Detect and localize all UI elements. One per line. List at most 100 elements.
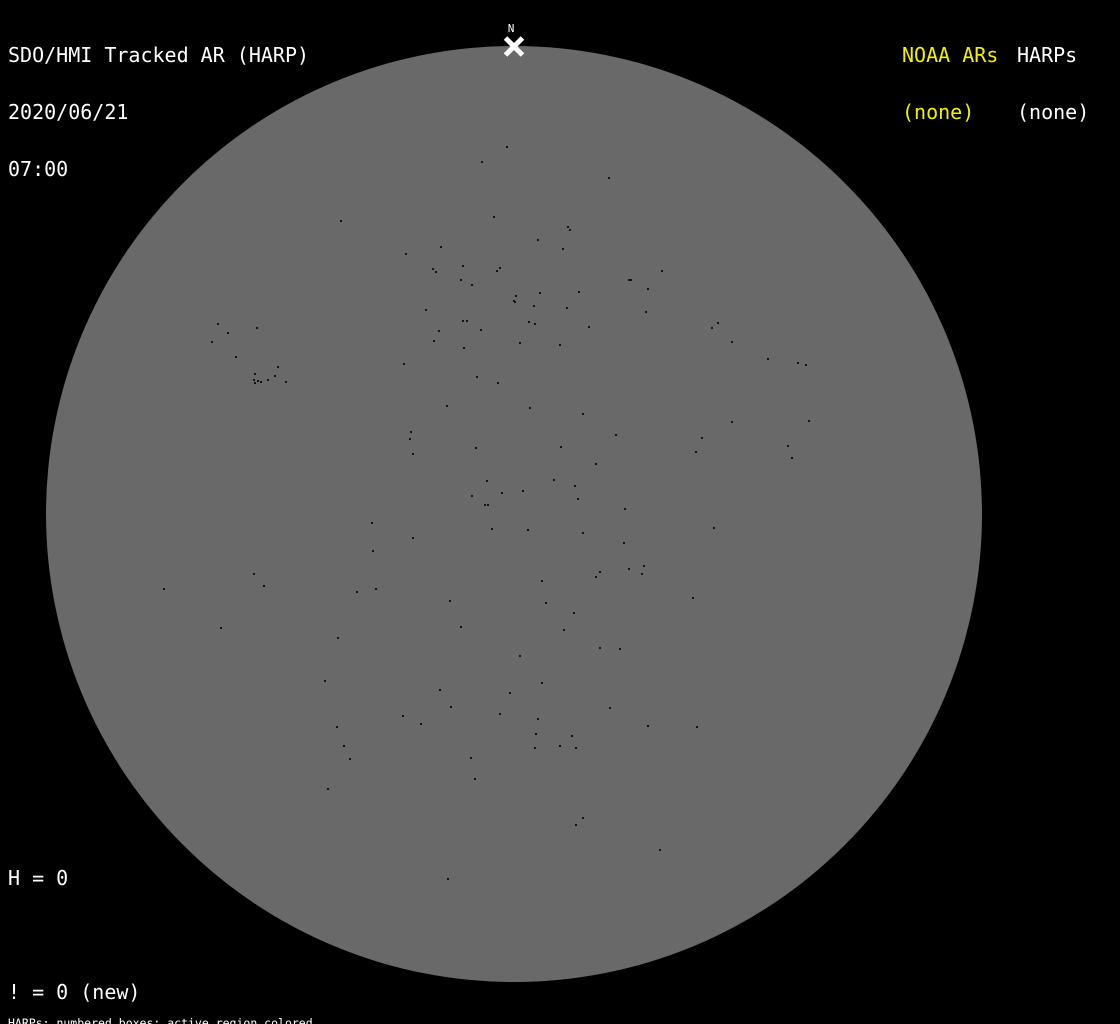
magnetogram-speckle — [534, 747, 536, 749]
magnetogram-speckle — [529, 407, 531, 409]
magnetogram-speckle — [787, 445, 789, 447]
magnetogram-speckle — [463, 347, 465, 349]
legend-spacer — [8, 926, 237, 945]
magnetogram-speckle — [471, 284, 473, 286]
magnetogram-speckle — [493, 216, 495, 218]
north-pole-cross-icon — [502, 34, 526, 58]
magnetogram-speckle — [575, 747, 577, 749]
magnetogram-speckle — [499, 267, 501, 269]
magnetogram-speckle — [356, 591, 358, 593]
noaa-ars-value: (none) — [902, 100, 975, 124]
magnetogram-speckle — [571, 735, 573, 737]
magnetogram-speckle — [541, 682, 543, 684]
header: SDO/HMI Tracked AR (HARP) 2020/06/21 07:… — [8, 8, 309, 217]
magnetogram-speckle — [609, 707, 611, 709]
magnetogram-speckle — [713, 527, 715, 529]
magnetogram-speckle — [534, 323, 536, 325]
magnetogram-speckle — [506, 146, 508, 148]
noaa-ars-status: NOAA ARs (none) — [902, 8, 998, 160]
magnetogram-speckle — [731, 341, 733, 343]
magnetogram-speckle — [435, 271, 437, 273]
magnetogram-speckle — [337, 637, 339, 639]
magnetogram-speckle — [343, 745, 345, 747]
magnetogram-speckle — [559, 344, 561, 346]
magnetogram-speckle — [608, 177, 610, 179]
magnetogram-speckle — [486, 480, 488, 482]
magnetogram-speckle — [425, 309, 427, 311]
magnetogram-speckle — [409, 438, 411, 440]
magnetogram-speckle — [575, 824, 577, 826]
magnetogram-speckle — [731, 421, 733, 423]
magnetogram-speckle — [211, 341, 213, 343]
magnetogram-speckle — [466, 320, 468, 322]
magnetogram-speckle — [497, 382, 499, 384]
magnetogram-speckle — [501, 492, 503, 494]
magnetogram-speckle — [537, 239, 539, 241]
magnetogram-speckle — [487, 504, 489, 506]
magnetogram-speckle — [559, 745, 561, 747]
magnetogram-speckle — [470, 757, 472, 759]
magnetogram-speckle — [578, 291, 580, 293]
magnetogram-speckle — [514, 301, 516, 303]
magnetogram-speckle — [403, 363, 405, 365]
magnetogram-speckle — [336, 726, 338, 728]
magnetogram-speckle — [253, 379, 255, 381]
magnetogram-speckle — [475, 447, 477, 449]
magnetogram-speckle — [519, 342, 521, 344]
magnetogram-speckle — [220, 627, 222, 629]
magnetogram-speckle — [560, 446, 562, 448]
magnetogram-speckle — [277, 366, 279, 368]
magnetogram-speckle — [569, 229, 571, 231]
magnetogram-speckle — [449, 600, 451, 602]
magnetogram-speckle — [519, 655, 521, 657]
magnetogram-speckle — [545, 602, 547, 604]
magnetogram-speckle — [446, 405, 448, 407]
magnetogram-speckle — [274, 375, 276, 377]
magnetogram-speckle — [641, 573, 643, 575]
magnetogram-speckle — [643, 565, 645, 567]
magnetogram-speckle — [533, 305, 535, 307]
magnetogram-speckle — [588, 326, 590, 328]
magnetogram-speckle — [405, 253, 407, 255]
magnetogram-speckle — [433, 340, 435, 342]
magnetogram-speckle — [515, 295, 517, 297]
magnetogram-speckle — [563, 629, 565, 631]
magnetogram-speckle — [375, 588, 377, 590]
magnetogram-speckle — [371, 522, 373, 524]
magnetogram-speckle — [254, 382, 256, 384]
noaa-ars-label: NOAA ARs — [902, 43, 999, 67]
magnetogram-speckle — [491, 528, 493, 530]
magnetogram-speckle — [327, 788, 329, 790]
magnetogram-speckle — [566, 307, 568, 309]
footnotes: HARPs: numbered boxes; active region col… — [8, 993, 410, 1024]
magnetogram-speckle — [582, 532, 584, 534]
magnetogram-speckle — [645, 311, 647, 313]
magnetogram-speckle — [340, 220, 342, 222]
magnetogram-speckle — [528, 321, 530, 323]
magnetogram-speckle — [509, 692, 511, 694]
magnetogram-speckle — [692, 597, 694, 599]
magnetogram-speckle — [402, 715, 404, 717]
footnote-harps: HARPs: numbered boxes; active region col… — [8, 1016, 313, 1024]
harp-tracker-frame: SDO/HMI Tracked AR (HARP) 2020/06/21 07:… — [0, 0, 1120, 1024]
magnetogram-speckle — [695, 451, 697, 453]
magnetogram-speckle — [474, 778, 476, 780]
magnetogram-speckle — [808, 420, 810, 422]
magnetogram-speckle — [324, 680, 326, 682]
magnetogram-speckle — [450, 706, 452, 708]
magnetogram-speckle — [535, 733, 537, 735]
magnetogram-speckle — [696, 726, 698, 728]
magnetogram-speckle — [253, 573, 255, 575]
magnetogram-speckle — [562, 248, 564, 250]
magnetogram-speckle — [619, 648, 621, 650]
magnetogram-speckle — [537, 718, 539, 720]
magnetogram-speckle — [462, 320, 464, 322]
magnetogram-speckle — [496, 270, 498, 272]
magnetogram-speckle — [412, 537, 414, 539]
magnetogram-speckle — [460, 626, 462, 628]
date-label: 2020/06/21 — [8, 100, 129, 124]
magnetogram-speckle — [471, 495, 473, 497]
magnetogram-speckle — [624, 508, 626, 510]
magnetogram-speckle — [767, 358, 769, 360]
magnetogram-speckle — [412, 453, 414, 455]
